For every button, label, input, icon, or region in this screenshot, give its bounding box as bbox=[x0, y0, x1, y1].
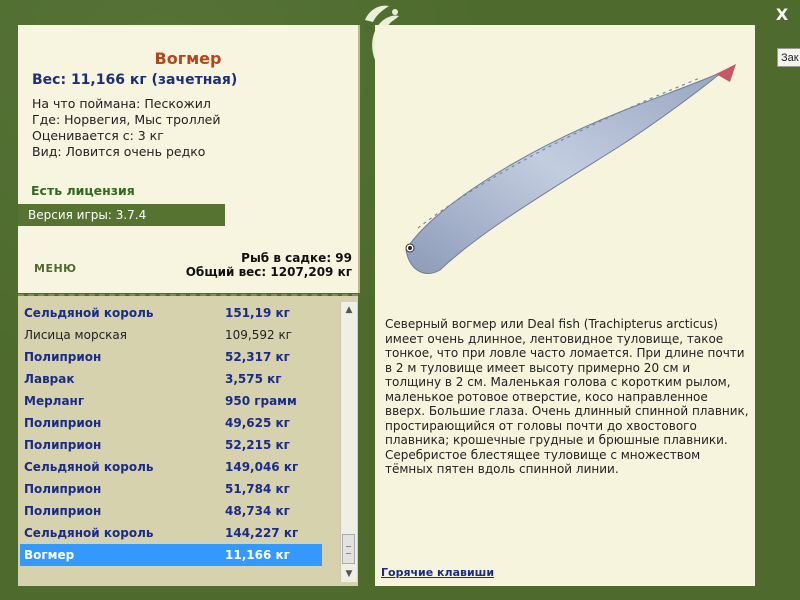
catch-fish-weight: 49,625 кг bbox=[225, 416, 290, 430]
fish-description: Северный вогмер или Deal fish (Trachipte… bbox=[385, 317, 749, 476]
total-weight: Общий вес: 1207,209 кг bbox=[185, 265, 352, 279]
rated-info: Оценивается с: 3 кг bbox=[32, 128, 164, 143]
menu-button[interactable]: МЕНЮ bbox=[34, 262, 77, 275]
list-item[interactable]: Мерланг 950 грамм bbox=[20, 390, 322, 412]
catch-fish-weight: 3,575 кг bbox=[225, 372, 282, 386]
list-item[interactable]: Полиприон 52,317 кг bbox=[20, 346, 322, 368]
catch-fish-name: Лаврак bbox=[24, 372, 75, 386]
catch-fish-name: Лисица морская bbox=[24, 328, 127, 342]
catch-fish-name: Полиприон bbox=[24, 504, 102, 518]
scrollbar[interactable]: ▲ ▼ bbox=[340, 302, 357, 582]
catch-list: Сельдяной король 151,19 кг Лисица морская 1… bbox=[20, 302, 322, 566]
list-item[interactable]: Сельдяной король 144,227 кг bbox=[20, 522, 322, 544]
catch-fish-name: Полиприон bbox=[24, 482, 102, 496]
list-item[interactable]: Вогмер 11,166 кг bbox=[20, 544, 322, 566]
catch-fish-weight: 11,166 кг bbox=[225, 548, 290, 562]
catch-fish-name: Полиприон bbox=[24, 416, 102, 430]
catch-fish-name: Вогмер bbox=[24, 548, 75, 562]
list-item[interactable]: Лаврак 3,575 кг bbox=[20, 368, 322, 390]
catch-fish-name: Полиприон bbox=[24, 438, 102, 452]
catch-fish-weight: 149,046 кг bbox=[225, 460, 299, 474]
list-item[interactable]: Полиприон 51,784 кг bbox=[20, 478, 322, 500]
catch-fish-name: Сельдяной король bbox=[24, 526, 154, 540]
catch-fish-name: Сельдяной король bbox=[24, 306, 154, 320]
keepnet-stats: Рыб в садке: 99 Общий вес: 1207,209 кг bbox=[186, 251, 352, 279]
catch-fish-weight: 52,215 кг bbox=[225, 438, 290, 452]
catch-fish-weight: 52,317 кг bbox=[225, 350, 290, 364]
fish-weight: Вес: 11,166 кг (зачетная) bbox=[32, 72, 238, 88]
fish-info-panel: Вогмер Вес: 11,166 кг (зачетная) На что … bbox=[18, 25, 360, 293]
fish-count: Рыб в садке: 99 bbox=[241, 251, 352, 265]
rarity-info: Вид: Ловится очень редко bbox=[32, 144, 206, 159]
list-item[interactable]: Полиприон 48,734 кг bbox=[20, 500, 322, 522]
fish-name-title: Вогмер bbox=[154, 49, 222, 68]
close-button[interactable]: X bbox=[772, 5, 792, 25]
bait-info: На что поймана: Пескожил bbox=[32, 96, 211, 111]
catch-fish-weight: 48,734 кг bbox=[225, 504, 290, 518]
close-tooltip: Зак bbox=[777, 48, 800, 67]
fish-image bbox=[405, 64, 736, 274]
scroll-down-icon[interactable]: ▼ bbox=[341, 566, 357, 582]
hotkeys-link[interactable]: Горячие клавиши bbox=[381, 566, 494, 579]
catch-fish-weight: 144,227 кг bbox=[225, 526, 299, 540]
catch-fish-weight: 51,784 кг bbox=[225, 482, 290, 496]
version-bar: Версия игры: 3.7.4 bbox=[18, 204, 225, 226]
list-item[interactable]: Сельдяной король 149,046 кг bbox=[20, 456, 322, 478]
list-item[interactable]: Полиприон 52,215 кг bbox=[20, 434, 322, 456]
license-status: Есть лицензия bbox=[31, 183, 135, 198]
catch-fish-weight: 151,19 кг bbox=[225, 306, 290, 320]
catch-fish-name: Сельдяной король bbox=[24, 460, 154, 474]
location-info: Где: Норвегия, Мыс троллей bbox=[32, 112, 221, 127]
scroll-thumb[interactable] bbox=[342, 534, 355, 564]
list-item[interactable]: Сельдяной король 151,19 кг bbox=[20, 302, 322, 324]
list-item[interactable]: Полиприон 49,625 кг bbox=[20, 412, 322, 434]
catch-fish-weight: 950 грамм bbox=[225, 394, 297, 408]
list-item[interactable]: Лисица морская 109,592 кг bbox=[20, 324, 322, 346]
catch-fish-name: Полиприон bbox=[24, 350, 102, 364]
catch-fish-weight: 109,592 кг bbox=[225, 328, 292, 342]
catch-fish-name: Мерланг bbox=[24, 394, 85, 408]
scroll-up-icon[interactable]: ▲ bbox=[341, 302, 357, 318]
